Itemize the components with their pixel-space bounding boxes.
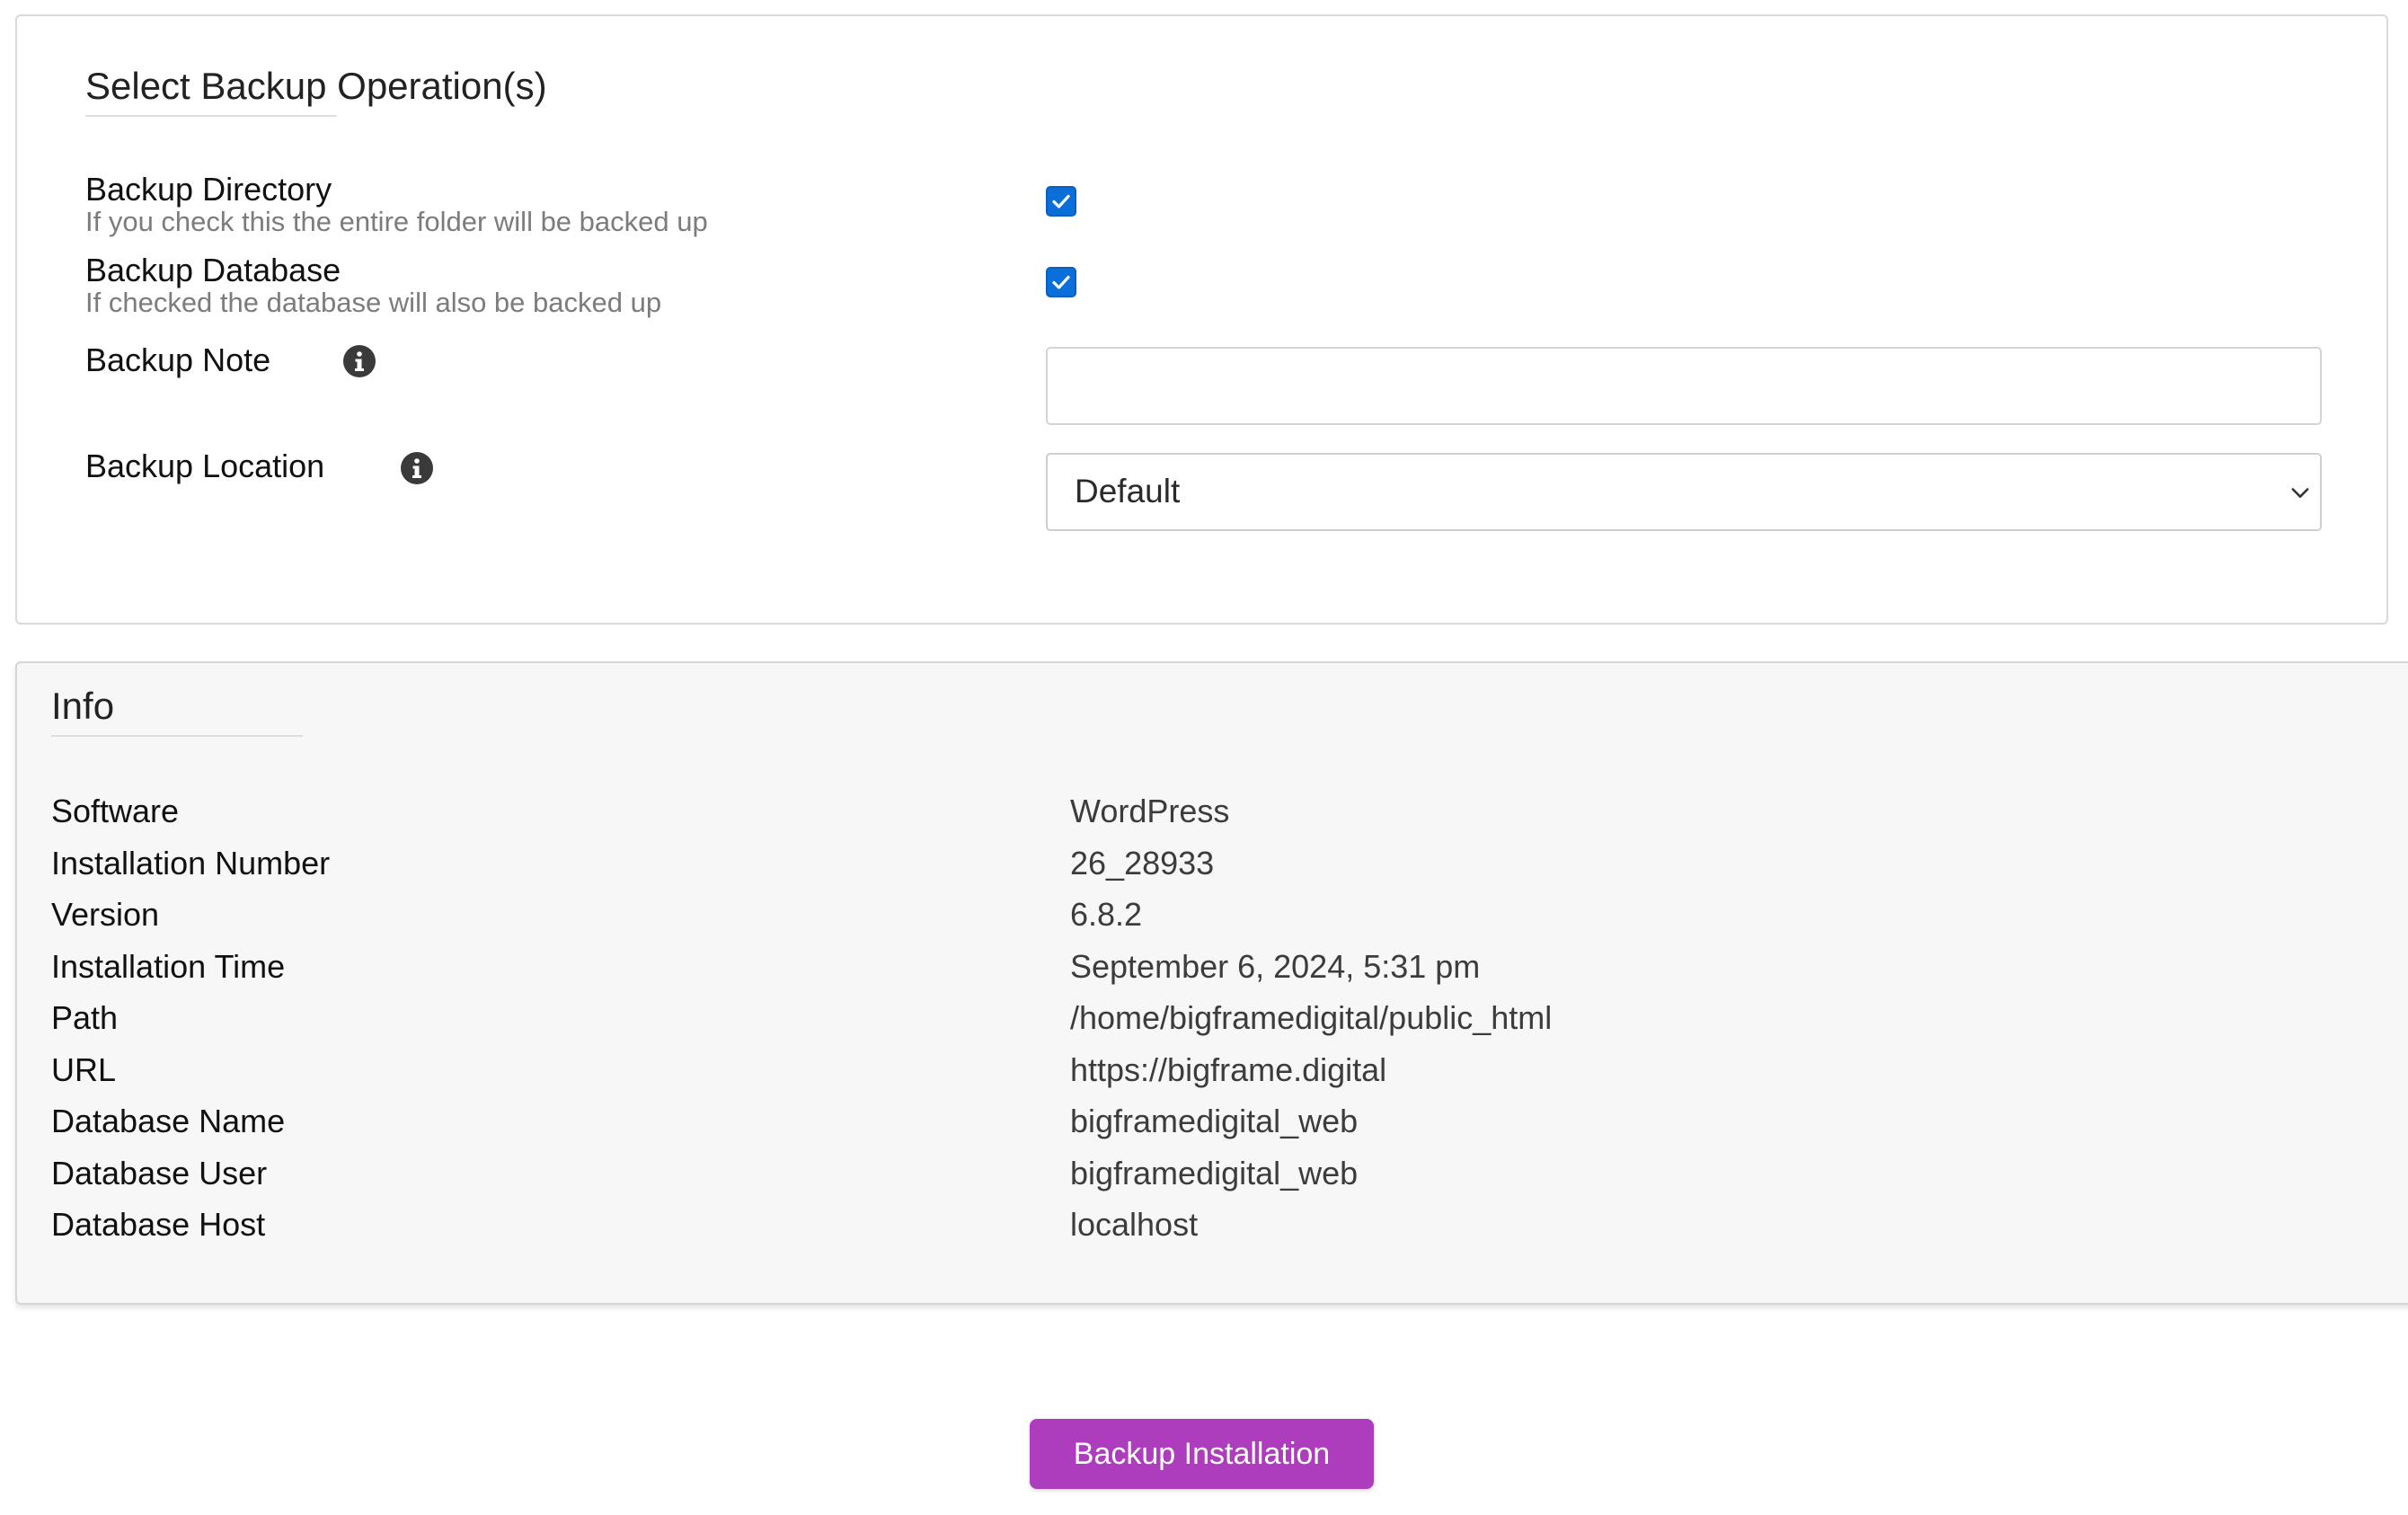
info-key-installation-number: Installation Number	[51, 845, 331, 882]
info-value-installation-number: 26_28933	[1070, 845, 1215, 882]
info-value-database-name: bigframedigital_web	[1070, 1103, 1359, 1139]
backup-note-label: Backup Note	[85, 341, 271, 378]
info-key-software: Software	[51, 793, 180, 829]
backup-installation-button[interactable]: Backup Installation	[1030, 1419, 1374, 1489]
info-value-installation-time: September 6, 2024, 5:31 pm	[1070, 948, 1481, 985]
backup-directory-checkbox[interactable]	[1046, 186, 1076, 217]
title-divider	[51, 735, 303, 737]
info-value-software: WordPress	[1070, 793, 1230, 829]
info-key-database-user: Database User	[51, 1155, 268, 1192]
backup-location-select[interactable]: Default	[1046, 453, 2322, 531]
backup-note-input[interactable]	[1046, 347, 2322, 425]
backup-directory-label: Backup Directory	[85, 171, 332, 208]
backup-operations-title: Select Backup Operation(s)	[85, 65, 547, 107]
backup-directory-description: If you check this the entire folder will…	[85, 206, 708, 237]
info-key-url: URL	[51, 1051, 117, 1088]
info-value-database-host: localhost	[1070, 1206, 1199, 1243]
info-value-version: 6.8.2	[1070, 896, 1143, 933]
title-divider	[85, 115, 337, 117]
check-icon	[1052, 275, 1070, 289]
info-panel: Info Software WordPress Installation Num…	[15, 661, 2408, 1305]
chevron-down-icon	[2291, 488, 2309, 498]
info-title: Info	[51, 685, 115, 727]
backup-location-selected-value: Default	[1075, 473, 1181, 509]
info-key-database-name: Database Name	[51, 1103, 286, 1139]
backup-location-label: Backup Location	[85, 447, 325, 484]
backup-database-label: Backup Database	[85, 252, 341, 288]
info-value-url: https://bigframe.digital	[1070, 1051, 1387, 1088]
info-key-path: Path	[51, 999, 119, 1036]
backup-database-description: If checked the database will also be bac…	[85, 287, 662, 318]
check-icon	[1052, 194, 1070, 208]
info-key-installation-time: Installation Time	[51, 948, 286, 985]
info-value-database-user: bigframedigital_web	[1070, 1155, 1359, 1192]
info-key-version: Version	[51, 896, 160, 933]
backup-location-info-icon[interactable]	[401, 452, 433, 484]
backup-operations-panel: Select Backup Operation(s) Backup Direct…	[15, 14, 2388, 625]
info-value-path: /home/bigframedigital/public_html	[1070, 999, 1553, 1036]
backup-database-checkbox[interactable]	[1046, 267, 1076, 297]
backup-note-info-icon[interactable]	[343, 345, 376, 377]
info-key-database-host: Database Host	[51, 1206, 266, 1243]
